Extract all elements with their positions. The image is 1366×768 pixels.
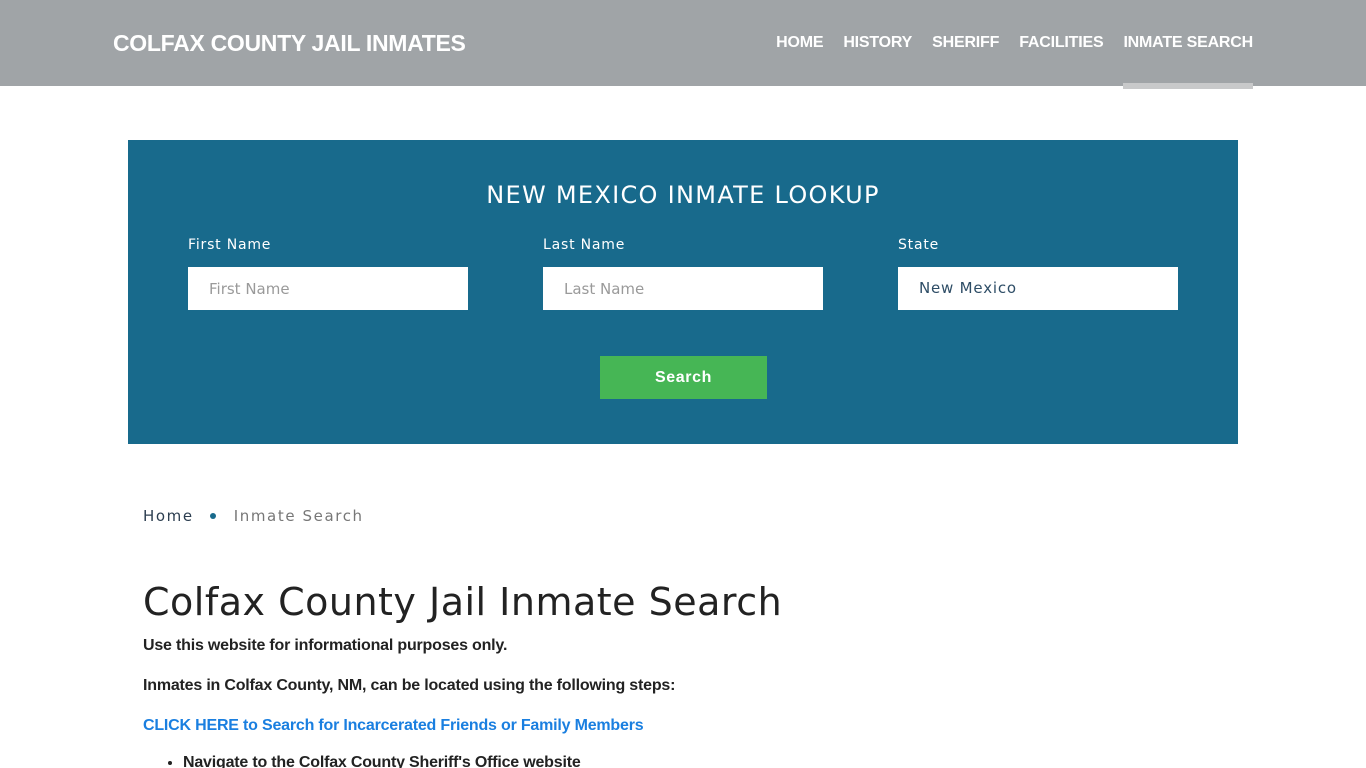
lookup-title: NEW MEXICO INMATE LOOKUP xyxy=(486,181,880,209)
steps-list: Navigate to the Colfax County Sheriff's … xyxy=(183,754,581,768)
list-item: Navigate to the Colfax County Sheriff's … xyxy=(183,754,581,768)
last-name-input[interactable] xyxy=(543,267,823,310)
nav-inmate-search[interactable]: INMATE SEARCH xyxy=(1123,0,1253,89)
breadcrumb-separator-icon xyxy=(209,513,216,519)
state-select[interactable]: New Mexico xyxy=(898,267,1178,310)
intro-text: Inmates in Colfax County, NM, can be loc… xyxy=(143,677,676,694)
top-navbar: COLFAX COUNTY JAIL INMATES HOME HISTORY … xyxy=(0,0,1366,89)
state-group: State New Mexico xyxy=(898,237,1178,310)
first-name-input[interactable] xyxy=(188,267,468,310)
nav-sheriff[interactable]: SHERIFF xyxy=(932,0,999,86)
breadcrumb: Home Inmate Search xyxy=(143,507,364,525)
main-nav: HOME HISTORY SHERIFF FACILITIES INMATE S… xyxy=(756,0,1253,89)
state-label: State xyxy=(898,237,940,253)
page-title: Colfax County Jail Inmate Search xyxy=(143,580,783,624)
last-name-group: Last Name xyxy=(543,237,823,310)
first-name-label: First Name xyxy=(188,237,272,253)
nav-facilities[interactable]: FACILITIES xyxy=(1019,0,1103,86)
nav-history[interactable]: HISTORY xyxy=(843,0,912,86)
disclaimer-text: Use this website for informational purpo… xyxy=(143,637,508,654)
breadcrumb-home[interactable]: Home xyxy=(143,507,194,525)
site-brand-link[interactable]: COLFAX COUNTY JAIL INMATES xyxy=(113,30,466,57)
inmate-lookup-panel: NEW MEXICO INMATE LOOKUP First Name Last… xyxy=(128,140,1238,444)
last-name-label: Last Name xyxy=(543,237,626,253)
first-name-group: First Name xyxy=(188,237,468,310)
search-cta-link[interactable]: CLICK HERE to Search for Incarcerated Fr… xyxy=(143,717,644,735)
nav-home[interactable]: HOME xyxy=(776,0,823,86)
search-button[interactable]: Search xyxy=(600,356,767,399)
breadcrumb-current: Inmate Search xyxy=(233,507,364,525)
